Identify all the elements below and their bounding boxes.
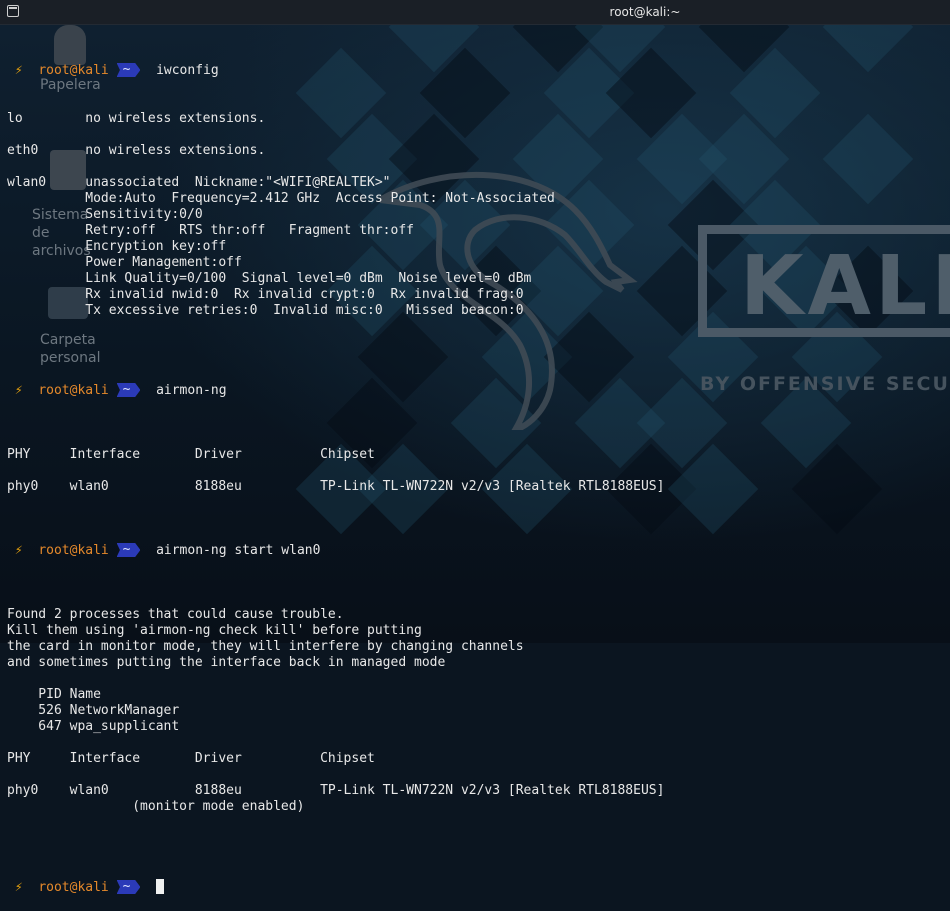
prompt-line: ⚡ root@kali ~ iwconfig [7, 63, 664, 79]
output-line: phy0 wlan0 8188eu TP-Link TL-WN722N v2/v… [7, 783, 665, 798]
prompt-user: root@kali [38, 63, 109, 78]
bolt-icon: ⚡ [14, 880, 23, 895]
output-line: (monitor mode enabled) [7, 799, 305, 814]
output-line: Link Quality=0/100 Signal level=0 dBm No… [7, 271, 532, 286]
prompt-user: root@kali [38, 383, 109, 398]
output-line: Sensitivity:0/0 [7, 207, 203, 222]
output-line: Rx invalid nwid:0 Rx invalid crypt:0 Rx … [7, 287, 524, 302]
output-line: wlan0 unassociated Nickname:"<WIFI@REALT… [7, 175, 391, 190]
prompt-cwd: ~ [116, 543, 141, 557]
output-line: Retry:off RTS thr:off Fragment thr:off [7, 223, 414, 238]
kali-logo-text: KALI [740, 239, 950, 334]
output-line: eth0 no wireless extensions. [7, 143, 266, 158]
output-line: phy0 wlan0 8188eu TP-Link TL-WN722N v2/v… [7, 479, 665, 494]
prompt-cwd: ~ [116, 63, 141, 77]
output-line: Tx excessive retries:0 Invalid misc:0 Mi… [7, 303, 524, 318]
bolt-icon: ⚡ [14, 383, 23, 398]
prompt-line: ⚡ root@kali ~ airmon-ng [7, 383, 664, 399]
bolt-icon: ⚡ [14, 63, 23, 78]
kali-logo-tagline: BY OFFENSIVE SECURITY [700, 373, 950, 395]
output-line: PHY Interface Driver Chipset [7, 447, 375, 462]
command-output-airmon-start: Found 2 processes that could cause troub… [7, 591, 664, 831]
output-line: Found 2 processes that could cause troub… [7, 607, 344, 622]
output-line: and sometimes putting the interface back… [7, 655, 446, 670]
terminal-output[interactable]: ⚡ root@kali ~ iwconfig lo no wireless ex… [7, 31, 664, 911]
command-output-airmon: PHY Interface Driver Chipset phy0 wlan0 8… [7, 431, 664, 495]
output-line: the card in monitor mode, they will inte… [7, 639, 524, 654]
prompt-user: root@kali [38, 543, 109, 558]
output-line: Encryption key:off [7, 239, 227, 254]
output-line: Power Management:off [7, 255, 242, 270]
command-text: airmon-ng start wlan0 [156, 543, 321, 558]
prompt-user: root@kali [38, 880, 109, 895]
command-text: airmon-ng [156, 383, 227, 398]
output-line: 647 wpa_supplicant [7, 719, 180, 734]
output-line: Kill them using 'airmon-ng check kill' b… [7, 623, 422, 638]
output-line: PHY Interface Driver Chipset [7, 751, 375, 766]
command-output-iwconfig: lo no wireless extensions. eth0 no wirele… [7, 111, 664, 335]
text-cursor[interactable] [156, 879, 165, 894]
prompt-line: ⚡ root@kali ~ airmon-ng start wlan0 [7, 543, 664, 559]
output-line: lo no wireless extensions. [7, 111, 266, 126]
window-titlebar[interactable]: root@kali:~ [0, 0, 950, 25]
window-title: root@kali:~ [609, 5, 681, 19]
prompt-cwd: ~ [116, 383, 141, 397]
command-text: iwconfig [156, 63, 219, 78]
output-line: PID Name [7, 687, 101, 702]
prompt-cwd: ~ [116, 880, 141, 894]
active-prompt-line[interactable]: ⚡ root@kali ~ [7, 879, 664, 895]
output-line: Mode:Auto Frequency=2.412 GHz Access Poi… [7, 191, 555, 206]
bolt-icon: ⚡ [14, 543, 23, 558]
output-line: 526 NetworkManager [7, 703, 180, 718]
